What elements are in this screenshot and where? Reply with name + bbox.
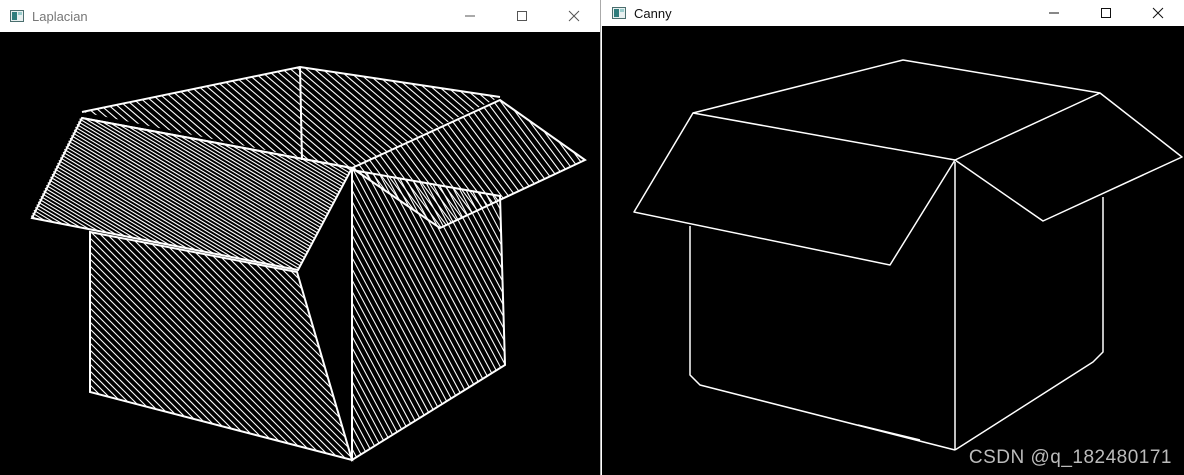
app-window-icon: [10, 10, 24, 22]
maximize-button[interactable]: [496, 0, 548, 32]
canny-image-canvas: CSDN @q_182480171: [602, 26, 1184, 475]
maximize-icon: [1101, 8, 1111, 18]
window-controls: [1028, 0, 1184, 26]
canny-edge-image: [602, 26, 1184, 475]
minimize-button[interactable]: [1028, 0, 1080, 26]
minimize-icon: [1049, 12, 1059, 14]
close-button[interactable]: [548, 0, 600, 32]
laplacian-image-canvas: [0, 32, 600, 475]
maximize-icon: [517, 11, 527, 21]
window-title: Laplacian: [32, 8, 88, 24]
canny-window: Canny CSDN @q_182480171: [602, 0, 1184, 475]
close-icon: [1152, 7, 1164, 19]
maximize-button[interactable]: [1080, 0, 1132, 26]
laplacian-edge-image: [0, 32, 600, 475]
window-title: Canny: [634, 5, 672, 21]
window-controls: [444, 0, 600, 32]
minimize-icon: [465, 15, 475, 17]
minimize-button[interactable]: [444, 0, 496, 32]
close-icon: [568, 10, 580, 22]
app-window-icon: [612, 7, 626, 19]
laplacian-titlebar[interactable]: Laplacian: [0, 0, 600, 32]
close-button[interactable]: [1132, 0, 1184, 26]
watermark-text: CSDN @q_182480171: [968, 447, 1172, 468]
canny-titlebar[interactable]: Canny: [602, 0, 1184, 26]
laplacian-window: Laplacian: [0, 0, 601, 475]
